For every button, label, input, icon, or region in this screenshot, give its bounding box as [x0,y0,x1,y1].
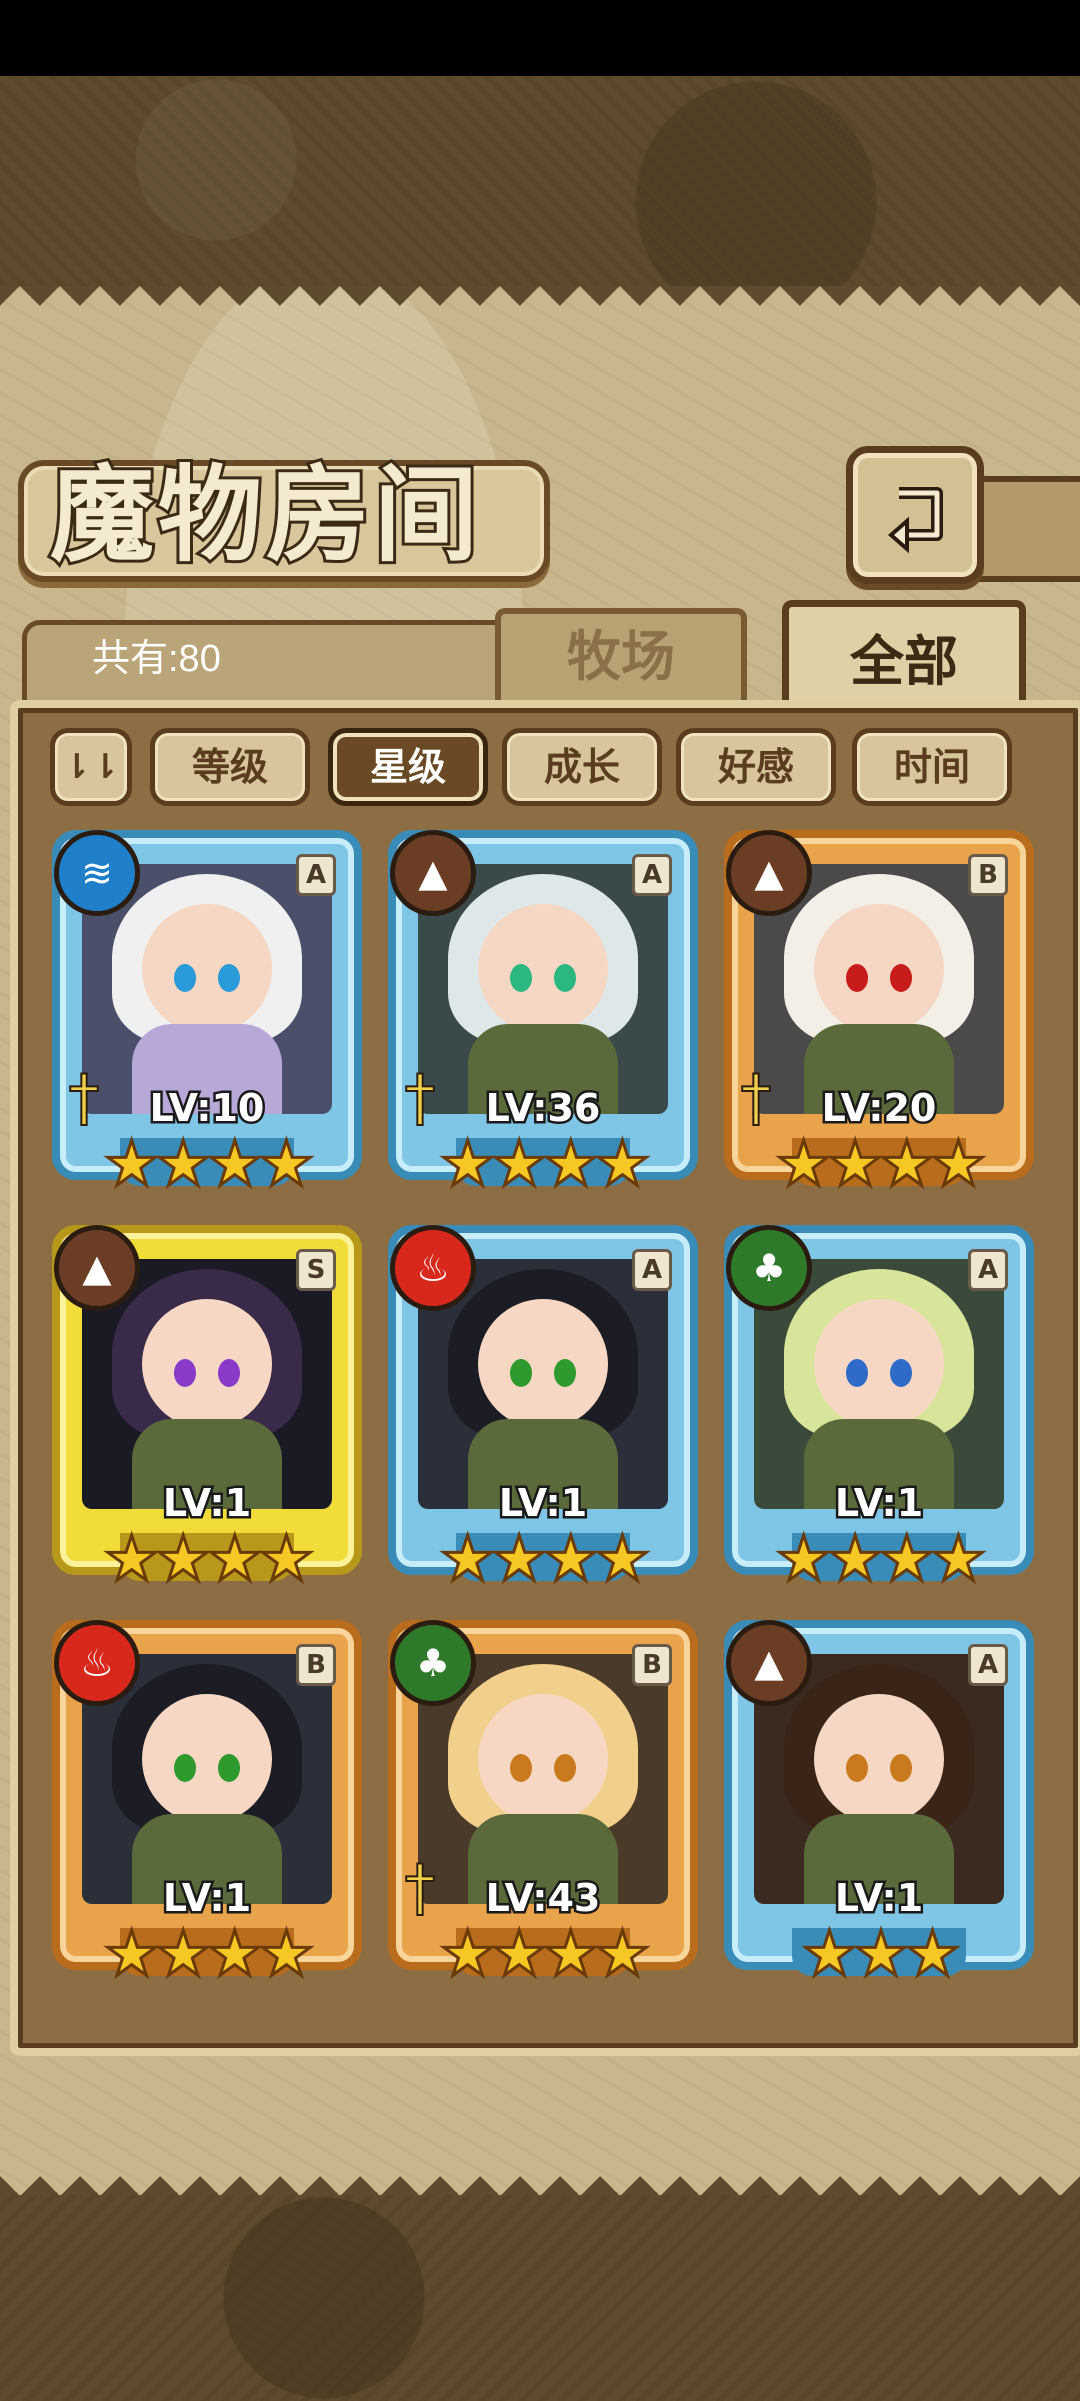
element-earth-icon: ▲ [390,830,476,916]
rank-badge: A [968,1249,1008,1291]
portrait-eye-left [510,1754,532,1782]
monster-card[interactable]: B ♨ LV:1 ★★★★ [52,1620,362,1986]
portrait-face [142,1299,272,1429]
star-rating: ★★★★ [438,1917,651,1990]
monster-level: LV:1 [160,1874,253,1923]
portrait-eye-right [554,1754,576,1782]
star-rating: ★★★ [800,1917,962,1990]
star-rating: ★★★★ [774,1522,987,1595]
portrait-eye-right [890,964,912,992]
portrait-face [478,1694,608,1824]
star-rating: ★★★★ [438,1127,651,1200]
portrait-face [814,904,944,1034]
rank-badge: A [296,854,336,896]
torn-edge-top [0,286,1080,326]
star-rating: ★★★★ [438,1522,651,1595]
element-fire-icon: ♨ [54,1620,140,1706]
portrait-face [142,1694,272,1824]
monster-level: LV:20 [819,1084,939,1133]
star-rating: ★★★★ [774,1127,987,1200]
portrait-eye-right [554,964,576,992]
portrait-face [814,1299,944,1429]
element-water-icon: ≋ [54,830,140,916]
rank-badge: S [296,1249,336,1291]
monster-level: LV:43 [483,1874,603,1923]
star-rating: ★★★★ [102,1127,315,1200]
portrait-eye-left [174,1754,196,1782]
page-title: 魔物房间 [47,450,483,579]
rank-badge: A [632,854,672,896]
portrait-face [478,1299,608,1429]
portrait-eye-right [218,964,240,992]
monster-level: LV:10 [147,1084,267,1133]
torn-edge-bottom [0,2156,1080,2196]
back-button[interactable] [846,446,984,584]
monster-card[interactable]: A ≋ † LV:10 ★★★★ [52,830,362,1196]
sort-star-button[interactable]: 星级 [328,728,488,806]
rank-badge: A [968,1644,1008,1686]
monster-level: LV:1 [160,1479,253,1528]
sort-growth-button[interactable]: 成长 [502,728,662,806]
monster-card[interactable]: B ♣ † LV:43 ★★★★ [388,1620,698,1986]
portrait-face [478,904,608,1034]
portrait-eye-left [174,1359,196,1387]
element-earth-icon: ▲ [726,1620,812,1706]
portrait-eye-left [846,1754,868,1782]
monster-card[interactable]: A ▲ LV:1 ★★★ [724,1620,1034,1986]
element-earth-icon: ▲ [54,1225,140,1311]
monster-level: LV:1 [832,1874,925,1923]
portrait-eye-right [554,1359,576,1387]
rank-badge: B [632,1644,672,1686]
monster-card[interactable]: A ♣ LV:1 ★★★★ [724,1225,1034,1591]
portrait-face [814,1694,944,1824]
portrait-eye-left [846,1359,868,1387]
sort-affection-button[interactable]: 好感 [676,728,836,806]
monster-level: LV:36 [483,1084,603,1133]
total-count: 共有:80 [92,638,221,680]
star-rating: ★★★★ [102,1917,315,1990]
portrait-face [142,904,272,1034]
portrait-eye-right [218,1754,240,1782]
element-nature-icon: ♣ [726,1225,812,1311]
element-nature-icon: ♣ [390,1620,476,1706]
map-background-top [0,76,1080,286]
portrait-eye-left [510,1359,532,1387]
portrait-eye-left [174,964,196,992]
rank-badge: B [296,1644,336,1686]
monster-level: LV:1 [832,1479,925,1528]
monster-card[interactable]: A ▲ † LV:36 ★★★★ [388,830,698,1196]
rank-badge: A [632,1249,672,1291]
sort-level-button[interactable]: 等级 [150,728,310,806]
portrait-eye-right [890,1754,912,1782]
element-earth-icon: ▲ [726,830,812,916]
portrait-eye-left [510,964,532,992]
monster-card[interactable]: S ▲ LV:1 ★★★★ [52,1225,362,1591]
star-rating: ★★★★ [102,1522,315,1595]
monster-card[interactable]: A ♨ LV:1 ★★★★ [388,1225,698,1591]
portrait-eye-right [218,1359,240,1387]
monster-level: LV:1 [496,1479,589,1528]
tab-farm[interactable]: 牧场 [495,608,747,700]
monster-card[interactable]: B ▲ † LV:20 ★★★★ [724,830,1034,1196]
sort-order-button[interactable]: ⇂⇂ [50,728,132,806]
portrait-eye-left [846,964,868,992]
map-background-bottom [0,2195,1080,2401]
return-arrow-icon [887,487,943,554]
sort-time-button[interactable]: 时间 [852,728,1012,806]
sort-order-icon: ⇂⇂ [62,747,120,787]
portrait-eye-right [890,1359,912,1387]
element-fire-icon: ♨ [390,1225,476,1311]
rank-badge: B [968,854,1008,896]
